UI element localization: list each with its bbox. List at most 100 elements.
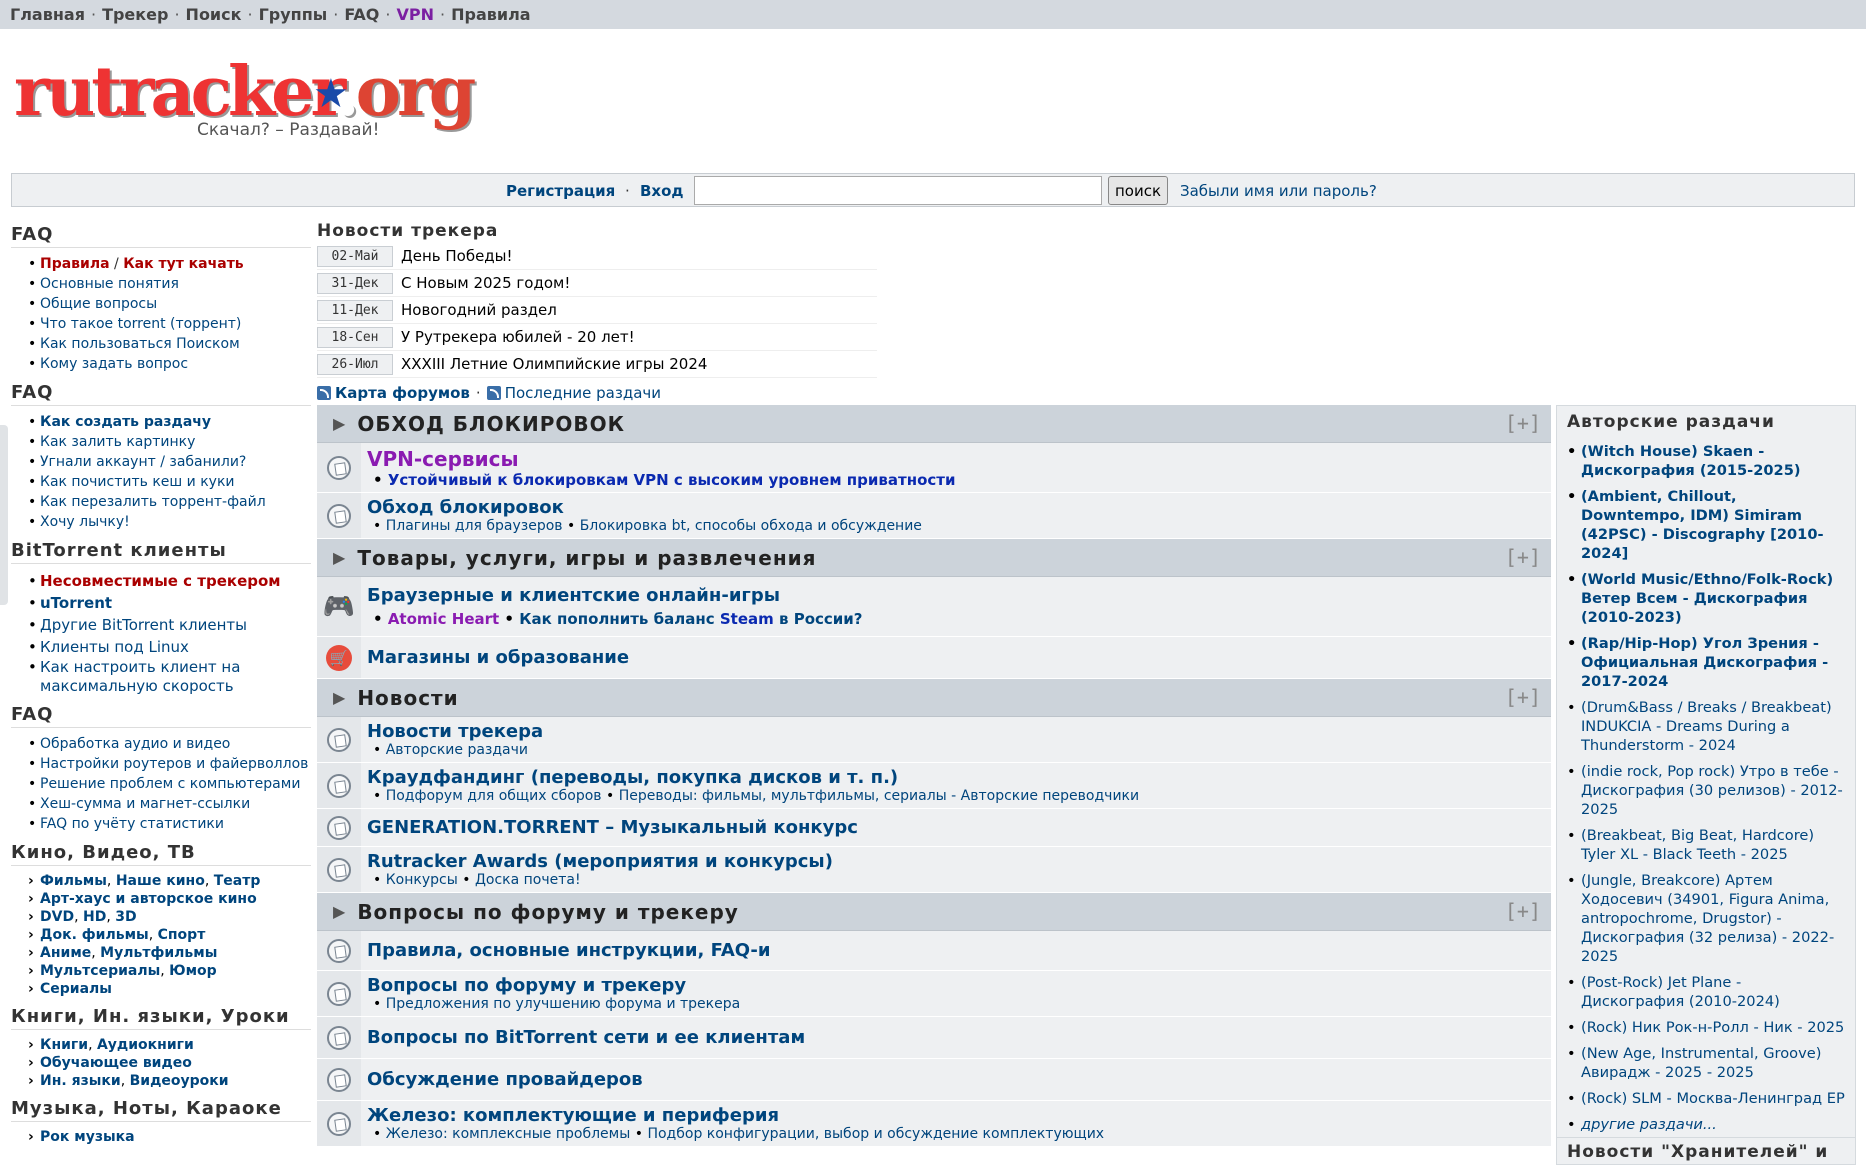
forum-title[interactable]: Правила, основные инструкции, FAQ-и	[367, 940, 1545, 961]
nav-vpn[interactable]: VPN	[397, 5, 435, 24]
news-link[interactable]: Новогодний раздел	[401, 301, 557, 319]
register-link[interactable]: Регистрация	[506, 182, 615, 200]
release-item[interactable]: (Post-Rock) Jet Plane - Дискография (201…	[1567, 973, 1845, 1011]
subforum-link[interactable]: Авторские раздачи	[386, 742, 528, 758]
sidebar-link[interactable]: uTorrent	[40, 594, 112, 612]
sidebar-link[interactable]: Аниме	[40, 945, 91, 961]
sidebar-link[interactable]: Юмор	[169, 963, 217, 979]
expand-button[interactable]: [+]	[1505, 899, 1541, 923]
release-item[interactable]: (Breakbeat, Big Beat, Hardcore) Tyler XL…	[1567, 826, 1845, 864]
sidebar-link[interactable]: Сериалы	[40, 981, 112, 997]
sidebar-link[interactable]: Решение проблем с компьютерами	[40, 776, 300, 792]
subforum-link[interactable]: Устойчивый к блокировкам VPN с высоким у…	[388, 471, 956, 489]
release-item[interactable]: (New Age, Instrumental, Groove) Авирадж …	[1567, 1044, 1845, 1082]
forum-title[interactable]: Вопросы по форуму и трекеру	[367, 975, 1545, 996]
search-button[interactable]: поиск	[1108, 176, 1168, 205]
sidebar-link[interactable]: Настройки роутеров и файерволлов	[40, 756, 308, 772]
sidebar-link[interactable]: 3D	[115, 909, 136, 925]
sidebar-link[interactable]: Клиенты под Linux	[40, 638, 189, 656]
sidebar-link[interactable]: Кому задать вопрос	[40, 356, 188, 372]
subforum-link[interactable]: Конкурсы	[386, 872, 458, 888]
sidebar-link[interactable]: Как настроить клиент на максимальную ско…	[40, 658, 240, 695]
forum-title[interactable]: Вопросы по BitTorrent сети и ее клиентам	[367, 1027, 1545, 1048]
search-input[interactable]	[694, 176, 1102, 205]
subforum-link[interactable]: Плагины для браузеров	[386, 518, 563, 534]
subforum-link[interactable]: Atomic Heart	[388, 610, 499, 628]
rules-link[interactable]: Правила	[40, 256, 110, 272]
sidebar-link[interactable]: Театр	[214, 873, 261, 889]
forum-title[interactable]: Краудфандинг (переводы, покупка дисков и…	[367, 767, 1545, 788]
category-header[interactable]: ▶ Новости [+]	[317, 679, 1551, 717]
steam-link[interactable]: Steam	[720, 610, 774, 628]
how-to-download-link[interactable]: Как тут качать	[123, 256, 243, 272]
sidebar-link[interactable]: Общие вопросы	[40, 296, 157, 312]
side-panel-tab[interactable]	[0, 425, 8, 605]
subforum-link[interactable]: Доска почета!	[475, 872, 581, 888]
sidebar-link[interactable]: Мультфильмы	[100, 945, 217, 961]
sidebar-link[interactable]: Основные понятия	[40, 276, 179, 292]
subforum-link[interactable]: Блокировка bt, способы обхода и обсужден…	[580, 518, 922, 534]
release-item[interactable]: (Jungle, Breakcore) Артем Ходосевич (349…	[1567, 871, 1845, 966]
release-item[interactable]: (Rock) SLM - Москва-Ленинград EP	[1567, 1089, 1845, 1108]
forum-title[interactable]: Железо: комплектующие и периферия	[367, 1105, 1545, 1126]
release-item[interactable]: (Rock) Ник Рок-н-Ролл - Ник - 2025	[1567, 1018, 1845, 1037]
sidebar-link[interactable]: Наше кино	[116, 873, 205, 889]
sidebar-link[interactable]: DVD	[40, 909, 74, 925]
expand-button[interactable]: [+]	[1505, 411, 1541, 435]
subforum-link[interactable]: Предложения по улучшению форума и трекер…	[386, 996, 740, 1012]
sidebar-link[interactable]: Хочу лычку!	[40, 514, 130, 530]
latest-releases-link[interactable]: Последние раздачи	[505, 384, 661, 402]
sidebar-link[interactable]: Видеоуроки	[130, 1073, 229, 1089]
news-link[interactable]: С Новым 2025 годом!	[401, 274, 570, 292]
release-item[interactable]: (Witch House) Skaen - Дискография (2015-…	[1567, 442, 1845, 480]
forum-title[interactable]: Новости трекера	[367, 721, 1545, 742]
forum-title[interactable]: Rutracker Awards (мероприятия и конкурсы…	[367, 851, 1545, 872]
forgot-password-link[interactable]: Забыли имя или пароль?	[1180, 182, 1377, 200]
forum-title[interactable]: Обход блокировок	[367, 497, 1545, 518]
sidebar-link[interactable]: Спорт	[158, 927, 206, 943]
sidebar-link[interactable]: Как перезалить торрент-файл	[40, 494, 266, 510]
subforum-link[interactable]: Переводы: фильмы, мультфильмы, сериалы -…	[619, 788, 1139, 804]
sidebar-link[interactable]: HD	[83, 909, 106, 925]
nav-tracker[interactable]: Трекер	[102, 5, 168, 24]
sidebar-link[interactable]: Хеш-сумма и магнет-ссылки	[40, 796, 250, 812]
sidebar-link[interactable]: Обучающее видео	[40, 1055, 192, 1071]
news-link[interactable]: День Победы!	[401, 247, 513, 265]
category-header[interactable]: ▶ ОБХОД БЛОКИРОВОК [+]	[317, 405, 1551, 443]
nav-faq[interactable]: FAQ	[344, 5, 379, 24]
nav-home[interactable]: Главная	[10, 5, 85, 24]
sidebar-link[interactable]: Как почистить кеш и куки	[40, 474, 235, 490]
sidebar-link[interactable]: Книги	[40, 1037, 88, 1053]
forum-title[interactable]: Магазины и образование	[367, 647, 1545, 668]
sidebar-link[interactable]: FAQ по учёту статистики	[40, 816, 224, 832]
category-header[interactable]: ▶ Товары, услуги, игры и развлечения [+]	[317, 539, 1551, 577]
category-header[interactable]: ▶ Вопросы по форуму и трекеру [+]	[317, 893, 1551, 931]
more-releases-link[interactable]: другие раздачи...	[1567, 1115, 1845, 1134]
news-link[interactable]: У Рутрекера юбилей - 20 лет!	[401, 328, 635, 346]
release-item[interactable]: (Rap/Hip-Hop) Угол Зрения - Официальная …	[1567, 634, 1845, 691]
sidebar-link[interactable]: Как залить картинку	[40, 434, 195, 450]
forum-title[interactable]: VPN-сервисы	[367, 447, 1545, 471]
sidebar-link[interactable]: Аудиокниги	[97, 1037, 194, 1053]
expand-button[interactable]: [+]	[1505, 685, 1541, 709]
sidebar-link[interactable]: Другие BitTorrent клиенты	[40, 616, 247, 634]
sidebar-link[interactable]: Несовместимые с трекером	[40, 572, 281, 590]
release-item[interactable]: (Ambient, Chillout, Downtempo, IDM) Simi…	[1567, 487, 1845, 563]
forum-title[interactable]: GENERATION.TORRENT – Музыкальный конкурс	[367, 817, 1545, 838]
sidebar-link[interactable]: Фильмы	[40, 873, 107, 889]
subforum-link[interactable]: Как пополнить баланс	[519, 610, 714, 628]
sidebar-link[interactable]: Как пользоваться Поиском	[40, 336, 240, 352]
forum-map-link[interactable]: Карта форумов	[335, 384, 470, 402]
sidebar-link[interactable]: Угнали аккаунт / забанили?	[40, 454, 246, 470]
sidebar-link[interactable]: Рок музыка	[40, 1129, 135, 1145]
sidebar-link[interactable]: Док. фильмы	[40, 927, 149, 943]
login-link[interactable]: Вход	[640, 182, 684, 200]
sidebar-link[interactable]: Арт-хаус и авторское кино	[40, 891, 257, 907]
subforum-link[interactable]: Железо: комплексные проблемы	[386, 1126, 631, 1142]
sidebar-link[interactable]: Как создать раздачу	[40, 414, 211, 430]
news-link[interactable]: XXXIII Летние Олимпийские игры 2024	[401, 355, 707, 373]
release-item[interactable]: (indie rock, Pop rock) Утро в тебе - Дис…	[1567, 762, 1845, 819]
subforum-link[interactable]: Подфорум для общих сборов	[386, 788, 602, 804]
forum-title[interactable]: Обсуждение провайдеров	[367, 1069, 1545, 1090]
subforum-link[interactable]: Подбор конфигурации, выбор и обсуждение …	[647, 1126, 1104, 1142]
